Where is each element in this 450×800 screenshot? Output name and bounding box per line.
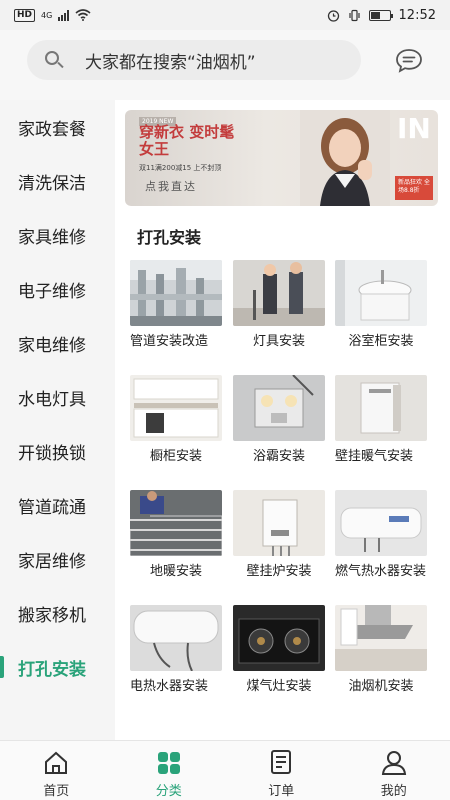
sidebar-item[interactable]: 管道疏通 bbox=[0, 478, 115, 532]
tab-item[interactable]: 分类 bbox=[113, 741, 226, 800]
bath-heater-photo bbox=[233, 375, 325, 441]
service-item[interactable]: 燃气热水器安装 bbox=[335, 490, 427, 580]
service-label: 浴霸安装 bbox=[252, 449, 305, 464]
banner-cta: 点我直达 bbox=[145, 180, 197, 193]
order-icon bbox=[271, 750, 292, 774]
floor-heating-photo bbox=[130, 490, 222, 556]
banner-subtitle: 双11满200减15 上不封顶 bbox=[139, 164, 222, 172]
service-item[interactable]: 壁挂暖气安装 bbox=[335, 375, 427, 465]
search-bar[interactable]: 大家都在搜索“油烟机” bbox=[27, 40, 361, 80]
sidebar-item[interactable]: 开锁换锁 bbox=[0, 424, 115, 478]
sidebar-item[interactable]: 打孔安装 bbox=[0, 640, 115, 694]
service-label: 橱柜安装 bbox=[149, 449, 202, 464]
service-item[interactable]: 油烟机安装 bbox=[335, 605, 427, 695]
service-label: 燃气热水器安装 bbox=[335, 564, 427, 579]
service-item[interactable]: 浴霸安装 bbox=[233, 375, 325, 465]
tab-item[interactable]: 首页 bbox=[0, 741, 113, 800]
tab-item[interactable]: 我的 bbox=[338, 741, 450, 800]
banner-title: 穿新衣 变时髦女王 bbox=[139, 123, 235, 158]
service-label: 浴室柜安装 bbox=[348, 334, 414, 349]
clock: 12:52 bbox=[398, 7, 436, 23]
tab-label: 分类 bbox=[155, 784, 182, 799]
message-icon[interactable] bbox=[395, 47, 423, 73]
service-item[interactable]: 灯具安装 bbox=[233, 260, 325, 350]
tab-item[interactable]: 订单 bbox=[225, 741, 338, 800]
bathroom-cabinet-photo bbox=[335, 260, 427, 326]
sidebar-item[interactable]: 水电灯具 bbox=[0, 370, 115, 424]
profile-icon bbox=[381, 751, 406, 775]
search-icon bbox=[41, 47, 67, 73]
electric-heater-photo bbox=[130, 605, 222, 671]
sidebar-item-label: 电子维修 bbox=[18, 281, 86, 302]
sidebar-item[interactable]: 家电维修 bbox=[0, 316, 115, 370]
kitchen-cabinet-photo bbox=[130, 375, 222, 441]
sidebar-item-label: 开锁换锁 bbox=[18, 443, 86, 464]
category-icon bbox=[157, 752, 180, 774]
network-type: HD bbox=[14, 8, 36, 22]
service-label: 灯具安装 bbox=[252, 334, 305, 349]
sidebar-item[interactable]: 家具维修 bbox=[0, 208, 115, 262]
service-label: 壁挂炉安装 bbox=[246, 564, 312, 579]
sidebar-item-label: 家电维修 bbox=[18, 335, 86, 356]
service-label: 油烟机安装 bbox=[348, 679, 414, 694]
service-item[interactable]: 橱柜安装 bbox=[130, 375, 222, 465]
service-label: 壁挂暖气安装 bbox=[335, 449, 414, 464]
banner-corner-text: IN bbox=[397, 112, 431, 145]
sidebar-item[interactable]: 电子维修 bbox=[0, 262, 115, 316]
light-photo bbox=[233, 260, 325, 326]
status-bar: HD 4G 12:52 bbox=[0, 0, 450, 30]
sidebar-item[interactable]: 清洗保洁 bbox=[0, 154, 115, 208]
sidebar-item-label: 水电灯具 bbox=[18, 389, 86, 410]
service-label: 地暖安装 bbox=[149, 564, 202, 579]
signal-type: 4G bbox=[41, 10, 53, 20]
signal-icon bbox=[58, 9, 70, 21]
section-title: 打孔安装 bbox=[137, 228, 202, 247]
tab-label: 首页 bbox=[43, 784, 70, 799]
service-item[interactable]: 煤气灶安装 bbox=[233, 605, 325, 695]
sidebar-item-label: 搬家移机 bbox=[18, 605, 86, 626]
gas-heater-photo bbox=[335, 490, 427, 556]
service-label: 煤气灶安装 bbox=[246, 679, 312, 694]
range-hood-photo bbox=[335, 605, 427, 671]
category-sidebar: 家政套餐清洗保洁家具维修电子维修家电维修水电灯具开锁换锁管道疏通家居维修搬家移机… bbox=[0, 100, 115, 740]
service-item[interactable]: 壁挂炉安装 bbox=[233, 490, 325, 580]
sidebar-item[interactable]: 搬家移机 bbox=[0, 586, 115, 640]
search-header: 大家都在搜索“油烟机” bbox=[0, 30, 450, 100]
gas-stove-photo bbox=[233, 605, 325, 671]
service-label: 电热水器安装 bbox=[130, 679, 209, 694]
banner-badge: 新品狂欢 全场8.8折 bbox=[395, 176, 433, 200]
banner-model-image bbox=[300, 110, 390, 206]
sidebar-item[interactable]: 家政套餐 bbox=[0, 100, 115, 154]
tab-label: 我的 bbox=[380, 784, 407, 799]
alarm-icon bbox=[327, 9, 339, 22]
sidebar-item-label: 家居维修 bbox=[18, 551, 86, 572]
sidebar-item-label: 管道疏通 bbox=[18, 497, 86, 518]
service-item[interactable]: 地暖安装 bbox=[130, 490, 222, 580]
pipe-photo bbox=[130, 260, 222, 326]
bottom-tab-bar: 首页 分类 订单 我的 bbox=[0, 740, 450, 800]
battery-icon bbox=[368, 9, 393, 21]
search-placeholder: 大家都在搜索“油烟机” bbox=[85, 52, 256, 73]
wifi-icon bbox=[75, 9, 91, 21]
home-icon bbox=[45, 751, 68, 774]
sidebar-item-label: 清洗保洁 bbox=[18, 173, 86, 194]
tab-label: 订单 bbox=[268, 784, 295, 799]
service-item[interactable]: 电热水器安装 bbox=[130, 605, 222, 695]
service-item[interactable]: 管道安装改造 bbox=[130, 260, 222, 350]
sidebar-item-label: 打孔安装 bbox=[18, 659, 86, 680]
vibrate-icon bbox=[348, 9, 360, 21]
sidebar-item-label: 家政套餐 bbox=[18, 119, 86, 140]
service-label: 管道安装改造 bbox=[130, 334, 209, 349]
promo-banner[interactable]: 2019 NEW 穿新衣 变时髦女王 双11满200减15 上不封顶 点我直达 … bbox=[125, 110, 438, 206]
category-content: 2019 NEW 穿新衣 变时髦女王 双11满200减15 上不封顶 点我直达 … bbox=[115, 100, 450, 740]
sidebar-item-label: 家具维修 bbox=[18, 227, 86, 248]
wall-boiler-photo bbox=[233, 490, 325, 556]
radiator-photo bbox=[335, 375, 427, 441]
service-item[interactable]: 浴室柜安装 bbox=[335, 260, 427, 350]
sidebar-item[interactable]: 家居维修 bbox=[0, 532, 115, 586]
